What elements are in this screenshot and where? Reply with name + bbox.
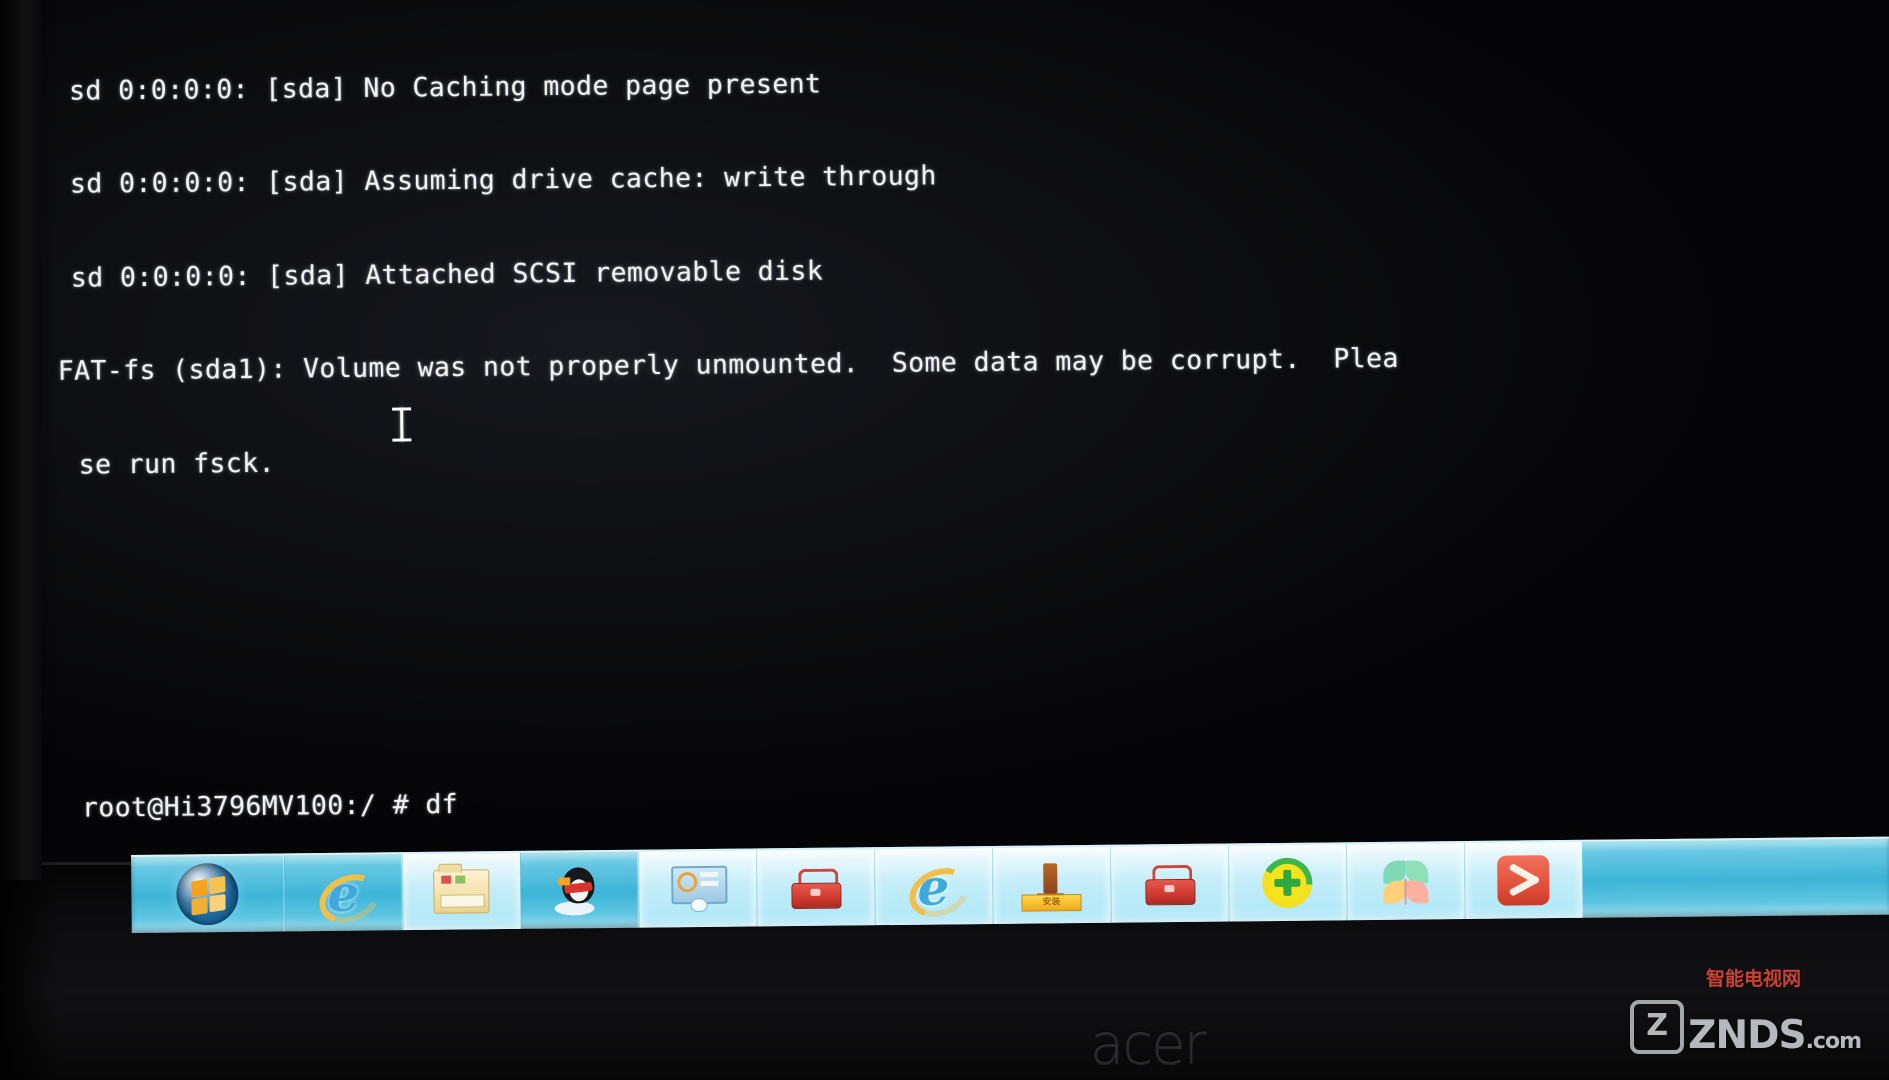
qq-penguin-icon xyxy=(552,865,607,916)
taskbar-item-qq[interactable] xyxy=(519,851,639,929)
toolbox-icon xyxy=(1143,861,1196,908)
boot-line: FAT-fs (sda1): Volume was not properly u… xyxy=(57,343,1399,388)
monitor-bezel-left xyxy=(0,0,42,880)
device-manager-icon xyxy=(671,865,728,913)
boot-line: sd 0:0:0:0: [sda] Assuming drive cache: … xyxy=(69,160,937,200)
boot-line: sd 0:0:0:0: [sda] Attached SCSI removabl… xyxy=(70,255,824,294)
taskbar-item-file-explorer[interactable] xyxy=(402,852,521,931)
taskbar-item-media[interactable] xyxy=(1345,843,1465,921)
ibeam-mouse-cursor-icon xyxy=(400,407,404,442)
taskbar-item-toolbox[interactable] xyxy=(755,849,875,927)
boot-line: sd 0:0:0:0: [sda] No Caching mode page p… xyxy=(68,68,822,107)
watermark-chinese-text: 智能电视网 xyxy=(1705,968,1801,990)
folder-icon xyxy=(433,869,490,914)
internet-explorer-icon: e xyxy=(901,857,977,926)
taskbar-item-security-guard[interactable] xyxy=(1227,844,1347,922)
photo-of-monitor: sd 0:0:0:0: [sda] No Caching mode page p… xyxy=(0,0,1889,1080)
df-command-prompt: root@Hi3796MV100:/ # df xyxy=(81,789,459,824)
installer-icon-label: 安装 xyxy=(1021,894,1082,912)
taskbar-item-toolbox-2[interactable] xyxy=(1109,845,1229,923)
taskbar-item-installer[interactable]: 安装 xyxy=(991,846,1111,924)
watermark-name: ZNDS.com xyxy=(1688,1016,1862,1055)
taskbar-start-button[interactable] xyxy=(131,855,285,933)
acer-brand-logo: acer xyxy=(1090,1012,1207,1077)
toolbox-icon xyxy=(789,865,842,912)
taskbar-item-device-manager[interactable] xyxy=(637,850,757,928)
taskbar-item-internet-explorer[interactable]: e xyxy=(284,854,403,932)
monitor-screen: sd 0:0:0:0: [sda] No Caching mode page p… xyxy=(34,0,1889,980)
taskbar-item-tools[interactable] xyxy=(1463,841,1583,920)
internet-explorer-icon: e xyxy=(312,863,387,932)
installer-icon: 安装 xyxy=(1021,861,1082,912)
windows-start-orb-icon xyxy=(176,862,239,926)
znds-watermark: 智能电视网 Z ZNDS.com xyxy=(1630,968,1862,1055)
leaf-flower-icon xyxy=(1379,856,1432,907)
watermark-name-text: ZNDS xyxy=(1688,1012,1806,1058)
watermark-suffix: .com xyxy=(1805,1028,1862,1054)
wrench-tools-icon xyxy=(1497,855,1550,906)
watermark-badge-icon: Z xyxy=(1630,1000,1685,1054)
taskbar-item-internet-explorer-window[interactable]: e xyxy=(873,847,993,926)
security-shield-icon xyxy=(1261,857,1314,910)
boot-line: se run fsck. xyxy=(78,447,276,481)
